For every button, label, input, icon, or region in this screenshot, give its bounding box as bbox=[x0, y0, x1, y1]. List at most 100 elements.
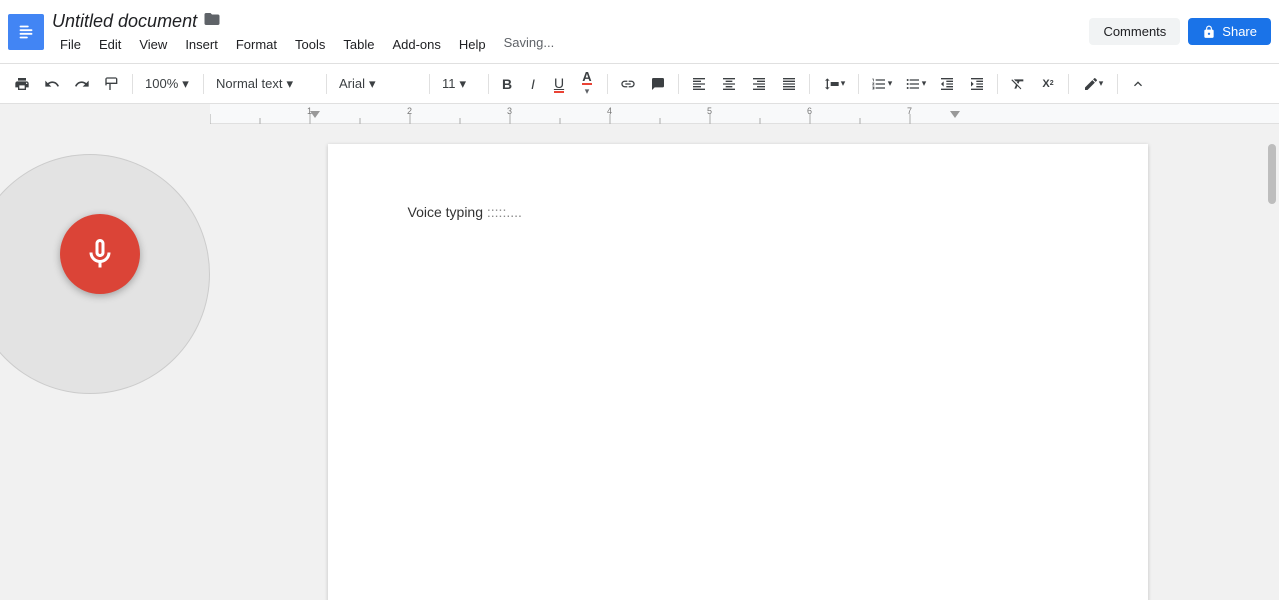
svg-text:3: 3 bbox=[507, 106, 512, 116]
print-button[interactable] bbox=[8, 70, 36, 98]
line-spacing-button[interactable]: ▾ bbox=[816, 70, 852, 98]
underline-button[interactable]: U bbox=[547, 70, 571, 98]
clear-formatting-icon bbox=[1010, 76, 1026, 92]
redo-icon bbox=[74, 76, 90, 92]
size-value: 11 bbox=[442, 76, 456, 91]
toolbar: 100% ▾ Normal text ▾ Arial ▾ 11 ▾ B I U … bbox=[0, 64, 1279, 104]
menu-insert[interactable]: Insert bbox=[177, 35, 226, 54]
ruler-marks: 1 2 3 4 5 6 7 bbox=[210, 104, 1279, 124]
increase-indent-icon bbox=[969, 76, 985, 92]
separator-12 bbox=[1117, 74, 1118, 94]
size-arrow: ▾ bbox=[460, 76, 467, 92]
bulleted-list-arrow: ▾ bbox=[922, 78, 927, 89]
increase-indent-button[interactable] bbox=[963, 70, 991, 98]
document-area[interactable]: Voice typing :::::.... bbox=[210, 124, 1265, 600]
font-arrow: ▾ bbox=[369, 76, 376, 92]
clear-formatting-button[interactable] bbox=[1004, 70, 1032, 98]
link-icon bbox=[620, 76, 636, 92]
text-color-label: A bbox=[582, 70, 591, 85]
zoom-arrow: ▾ bbox=[182, 76, 189, 92]
separator-8 bbox=[809, 74, 810, 94]
separator-11 bbox=[1068, 74, 1069, 94]
menu-addons[interactable]: Add-ons bbox=[384, 35, 448, 54]
menu-bar: File Edit View Insert Format Tools Table… bbox=[52, 35, 1089, 54]
bold-button[interactable]: B bbox=[495, 70, 519, 98]
top-bar: Untitled document File Edit View Insert … bbox=[0, 0, 1279, 64]
ruler: 1 2 3 4 5 6 7 bbox=[210, 104, 1279, 124]
menu-table[interactable]: Table bbox=[335, 35, 382, 54]
italic-label: I bbox=[531, 76, 535, 92]
voice-typing-placeholder: :::::.... bbox=[487, 204, 522, 220]
document-content[interactable]: Voice typing :::::.... bbox=[408, 204, 1068, 220]
menu-format[interactable]: Format bbox=[228, 35, 285, 54]
font-size-select[interactable]: 11 ▾ bbox=[436, 74, 482, 94]
paint-format-button[interactable] bbox=[98, 70, 126, 98]
align-justify-button[interactable] bbox=[775, 70, 803, 98]
bold-label: B bbox=[502, 76, 512, 92]
align-right-button[interactable] bbox=[745, 70, 773, 98]
svg-text:6: 6 bbox=[807, 106, 812, 116]
docs-icon bbox=[15, 21, 37, 43]
link-button[interactable] bbox=[614, 70, 642, 98]
saving-status: Saving... bbox=[504, 35, 555, 54]
menu-help[interactable]: Help bbox=[451, 35, 494, 54]
align-left-button[interactable] bbox=[685, 70, 713, 98]
font-value: Arial bbox=[339, 76, 365, 91]
title-area: Untitled document File Edit View Insert … bbox=[52, 10, 1089, 54]
comments-button[interactable]: Comments bbox=[1089, 18, 1180, 45]
scrollbar-area bbox=[1265, 124, 1279, 600]
menu-view[interactable]: View bbox=[131, 35, 175, 54]
header-actions: Comments Share bbox=[1089, 18, 1271, 45]
align-center-button[interactable] bbox=[715, 70, 743, 98]
font-select[interactable]: Arial ▾ bbox=[333, 74, 423, 94]
collapse-toolbar-button[interactable] bbox=[1124, 70, 1152, 98]
menu-edit[interactable]: Edit bbox=[91, 35, 129, 54]
underline-label: U bbox=[554, 75, 564, 93]
align-right-icon bbox=[751, 76, 767, 92]
style-arrow: ▾ bbox=[286, 76, 293, 92]
pen-arrow: ▾ bbox=[1099, 78, 1104, 89]
superscript-button[interactable]: X2 bbox=[1034, 70, 1062, 98]
separator-6 bbox=[607, 74, 608, 94]
voice-panel bbox=[0, 124, 210, 600]
share-label: Share bbox=[1222, 24, 1257, 39]
decrease-indent-button[interactable] bbox=[933, 70, 961, 98]
scrollbar-thumb[interactable] bbox=[1268, 144, 1276, 204]
doc-title-row: Untitled document bbox=[52, 10, 1089, 33]
line-spacing-arrow: ▾ bbox=[841, 78, 846, 89]
numbered-list-arrow: ▾ bbox=[888, 78, 893, 89]
italic-button[interactable]: I bbox=[521, 70, 545, 98]
menu-tools[interactable]: Tools bbox=[287, 35, 333, 54]
lock-icon bbox=[1202, 25, 1216, 39]
menu-file[interactable]: File bbox=[52, 35, 89, 54]
zoom-value: 100% bbox=[145, 76, 178, 91]
svg-text:7: 7 bbox=[907, 106, 912, 116]
style-select[interactable]: Normal text ▾ bbox=[210, 74, 320, 94]
comment-icon bbox=[650, 76, 666, 92]
pen-icon bbox=[1083, 76, 1099, 92]
share-button[interactable]: Share bbox=[1188, 18, 1271, 45]
align-justify-icon bbox=[781, 76, 797, 92]
main-area: Voice typing :::::.... bbox=[0, 124, 1279, 600]
undo-button[interactable] bbox=[38, 70, 66, 98]
redo-button[interactable] bbox=[68, 70, 96, 98]
align-left-icon bbox=[691, 76, 707, 92]
line-spacing-icon bbox=[823, 76, 841, 92]
comment-button[interactable] bbox=[644, 70, 672, 98]
document-page: Voice typing :::::.... bbox=[328, 144, 1148, 600]
numbered-list-icon bbox=[870, 76, 888, 92]
text-color-button[interactable]: A ▾ bbox=[573, 70, 601, 98]
decrease-indent-icon bbox=[939, 76, 955, 92]
separator-2 bbox=[203, 74, 204, 94]
align-center-icon bbox=[721, 76, 737, 92]
microphone-button[interactable] bbox=[60, 214, 140, 294]
zoom-select[interactable]: 100% ▾ bbox=[139, 74, 197, 94]
folder-icon[interactable] bbox=[203, 10, 221, 33]
draw-button[interactable]: ▾ bbox=[1075, 70, 1111, 98]
doc-title[interactable]: Untitled document bbox=[52, 11, 197, 32]
bulleted-list-button[interactable]: ▾ bbox=[899, 70, 931, 98]
style-value: Normal text bbox=[216, 76, 282, 91]
ruler-inner: 1 2 3 4 5 6 7 bbox=[210, 104, 1279, 123]
separator-4 bbox=[429, 74, 430, 94]
numbered-list-button[interactable]: ▾ bbox=[865, 70, 897, 98]
